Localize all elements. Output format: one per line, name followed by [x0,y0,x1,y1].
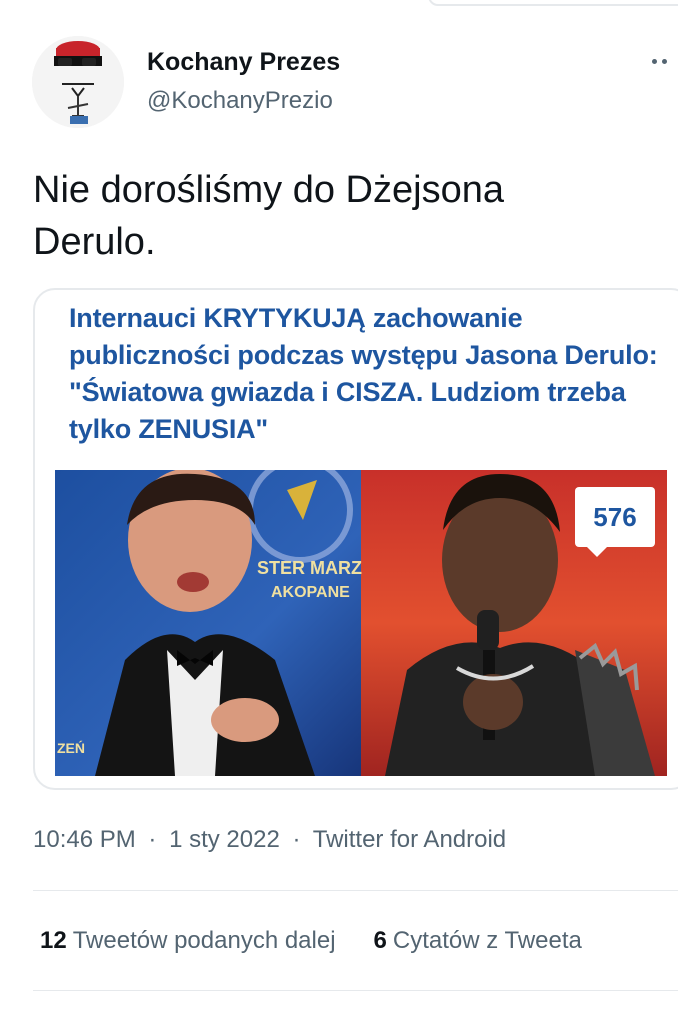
link-card[interactable]: Internauci KRYTYKUJĄ zachowanie publiczn… [33,288,678,790]
avatar[interactable] [32,36,124,128]
tweet-meta: 10:46 PM · 1 sty 2022 · Twitter for Andr… [33,826,506,854]
tweet-text: Nie dorośliśmy do Dżejsona Derulo. [33,169,504,263]
sign-text-2: AKOPANE [271,584,350,601]
user-handle[interactable]: @KochanyPrezio [147,87,333,115]
tweet-client[interactable]: Twitter for Android [313,826,506,853]
previous-tweet-border [428,0,678,6]
retweets-label: Tweetów podanych dalej [72,927,336,954]
quotes-count: 6 [373,927,387,954]
divider [33,990,678,991]
comment-count-badge: 576 [575,487,655,557]
tweet-date[interactable]: 1 sty 2022 [169,826,280,853]
more-dots-icon[interactable] [652,54,678,68]
tweet-time[interactable]: 10:46 PM [33,826,136,853]
meta-separator: · [148,826,157,853]
divider [33,890,678,891]
retweets-count: 12 [40,927,67,954]
sign-text-3: ZEŃ [57,740,85,756]
quotes-label: Cytatów z Tweeta [392,927,582,954]
display-name[interactable]: Kochany Prezes [147,48,340,77]
meta-separator: · [292,826,301,853]
quotes-stat[interactable]: 6 Cytatów z Tweeta [374,927,582,955]
retweets-stat[interactable]: 12 Tweetów podanych dalej [40,927,336,955]
avatar-image [32,36,124,128]
sign-text: STER MARZ [257,558,362,578]
tweet-stats: 12 Tweetów podanych dalej 6 Cytatów z Twee… [40,927,582,955]
card-headline: Internauci KRYTYKUJĄ zachowanie publiczn… [69,303,658,444]
